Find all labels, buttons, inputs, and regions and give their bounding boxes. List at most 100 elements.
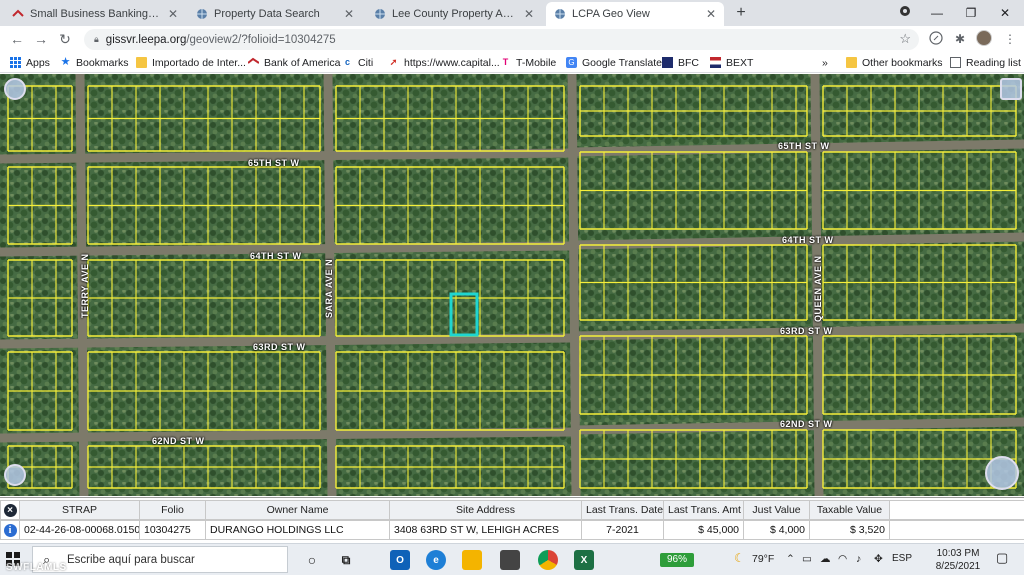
url-path: /geoview2/?folioid=10304275 [186,33,336,46]
bookmark-bank-of-america[interactable]: Bank of America [247,55,340,70]
excel-icon[interactable]: X [574,550,594,570]
cell-last-trans-date: 7-2021 [582,520,664,540]
cell-owner-name: DURANGO HOLDINGS LLC [206,520,390,540]
clock-time: 10:03 PM [936,548,980,559]
dropbox-icon[interactable]: ✥ [874,553,883,565]
bookmark-bookmarks[interactable]: ★ Bookmarks [60,55,129,70]
folder-icon [846,57,857,68]
close-window-button[interactable]: ✕ [996,4,1014,22]
edge-icon[interactable]: e [426,550,446,570]
tab-search-icon[interactable] [896,4,914,22]
cell-just-value: $ 4,000 [744,520,810,540]
table-row[interactable]: i 02-44-26-08-00068.0150 10304275 DURANG… [0,520,1024,540]
chrome-icon[interactable] [538,550,558,570]
globe-icon [554,8,566,20]
street-label-62nd-st-w: 62ND ST W [152,436,205,446]
tab-strip: Small Business Banking, Credit C ✕ Prope… [0,0,1024,26]
street-label-62nd-st-w: 62ND ST W [780,419,833,429]
back-arrow-icon[interactable]: ← [8,30,26,48]
onedrive-cloud-icon[interactable]: ☁ [820,553,831,565]
extension-icon[interactable] [928,31,944,47]
tab-label: Lee County Property Appraiser - [392,8,518,20]
file-explorer-icon[interactable] [462,550,482,570]
bookmark-star-icon[interactable]: ☆ [899,31,911,47]
show-hidden-icons-chevron-icon[interactable]: ⌃ [786,553,795,565]
bookmark-importado[interactable]: Importado de Inter... [136,55,246,70]
map-overview-globe-control[interactable] [985,456,1019,490]
address-bar[interactable]: 🔒︎ gissvr.leepa.org/geoview2/?folioid=10… [84,29,919,50]
citi-icon: c [344,57,350,67]
column-header-taxable-value: Taxable Value [810,500,890,520]
row-info-button[interactable]: i [0,520,20,540]
street-label-sara-ave-n: SARA AVE N [324,258,334,318]
store-icon[interactable] [500,550,520,570]
task-view-icon[interactable]: ⧉ [336,550,356,570]
maximize-button[interactable]: ❐ [962,4,980,22]
lock-icon: 🔒︎ [94,34,99,44]
cortana-icon[interactable]: ○ [302,550,322,570]
outlook-icon[interactable]: O [390,550,410,570]
column-header-last-trans-amt: Last Trans. Amt [664,500,744,520]
profile-avatar[interactable] [976,30,992,46]
bank-icon [247,57,260,68]
cell-site-address: 3408 63RD ST W, LEHIGH ACRES [390,520,582,540]
column-header-folio: Folio [140,500,206,520]
column-header-just-value: Just Value [744,500,810,520]
star-icon: ★ [60,56,71,68]
bookmark-citi[interactable]: c Citi [342,55,373,70]
close-icon[interactable]: ✕ [166,7,180,21]
taskbar-search-box[interactable]: ⌕ Escribe aquí para buscar [32,546,288,573]
new-tab-button[interactable]: + [732,4,750,22]
bookmark-apps[interactable]: Apps [10,55,50,70]
bookmark-t-mobile[interactable]: T T-Mobile [500,55,557,70]
bookmark-google-translate[interactable]: G Google Translate [566,55,662,70]
volume-icon[interactable]: ♪ [856,553,861,565]
cell-last-trans-amt: $ 45,000 [664,520,744,540]
system-clock[interactable]: 10:03 PM 8/25/2021 [930,547,986,573]
weather-moon-icon[interactable]: ☾ [734,551,745,565]
minimize-button[interactable]: — [928,4,946,22]
close-results-button[interactable]: × [0,500,20,520]
column-header-strap: STRAP [20,500,140,520]
windows-taskbar: ⌕ Escribe aquí para buscar ○ ⧉ O e X 96%… [0,543,1024,575]
map-canvas[interactable] [0,74,1024,496]
tab-small-business-banking[interactable]: Small Business Banking, Credit C ✕ [4,2,186,26]
map-home-control[interactable] [4,78,26,100]
map-locate-control[interactable] [4,464,26,486]
bookmark-other[interactable]: Other bookmarks [846,55,943,70]
reading-list-icon [950,57,961,68]
street-label-65th-st-w: 65TH ST W [248,158,300,168]
globe-icon [374,8,386,20]
tab-lcpa-geo-view[interactable]: LCPA Geo View ✕ [546,2,724,26]
road [567,74,581,496]
weather-temperature[interactable]: 79°F [752,553,774,565]
parcel-map[interactable]: 65TH ST W 65TH ST W 64TH ST W 64TH ST W … [0,74,1024,496]
map-layers-control[interactable] [1000,78,1022,100]
bext-icon [710,57,721,68]
tab-property-data-search[interactable]: Property Data Search ✕ [188,2,362,26]
reading-list-button[interactable]: Reading list [950,55,1021,70]
puzzle-extensions-icon[interactable]: ✱ [952,31,968,47]
street-label-63rd-st-w: 63RD ST W [253,342,306,352]
folder-icon [136,57,147,68]
tab-lee-county-property-appraiser[interactable]: Lee County Property Appraiser - ✕ [366,2,542,26]
browser-toolbar: ← → ↻ 🔒︎ gissvr.leepa.org/geoview2/?foli… [0,26,1024,52]
notifications-icon[interactable]: ▢ [996,550,1008,566]
close-icon[interactable]: ✕ [342,7,356,21]
close-icon[interactable]: ✕ [522,7,536,21]
bookmark-bfc[interactable]: BFC [662,55,699,70]
network-icon[interactable]: ▭ [802,553,812,565]
forward-arrow-icon[interactable]: → [32,30,50,48]
street-label-65th-st-w: 65TH ST W [778,141,830,151]
translate-icon: G [566,57,577,68]
browser-window: { "browser": { "tabs": [ {"label": "Smal… [0,0,1024,575]
bookmark-bext[interactable]: BEXT [710,55,753,70]
menu-kebab-icon[interactable]: ⋮ [1002,31,1018,47]
reload-icon[interactable]: ↻ [56,30,74,48]
wifi-icon[interactable]: ◠ [838,553,847,565]
bookmarks-overflow-button[interactable]: » [822,55,828,70]
close-icon[interactable]: ✕ [704,7,718,21]
language-indicator[interactable]: ESP [892,553,912,564]
bookmark-capital[interactable]: ➚ https://www.capital... [388,55,500,70]
battery-indicator[interactable]: 96% [660,553,694,567]
